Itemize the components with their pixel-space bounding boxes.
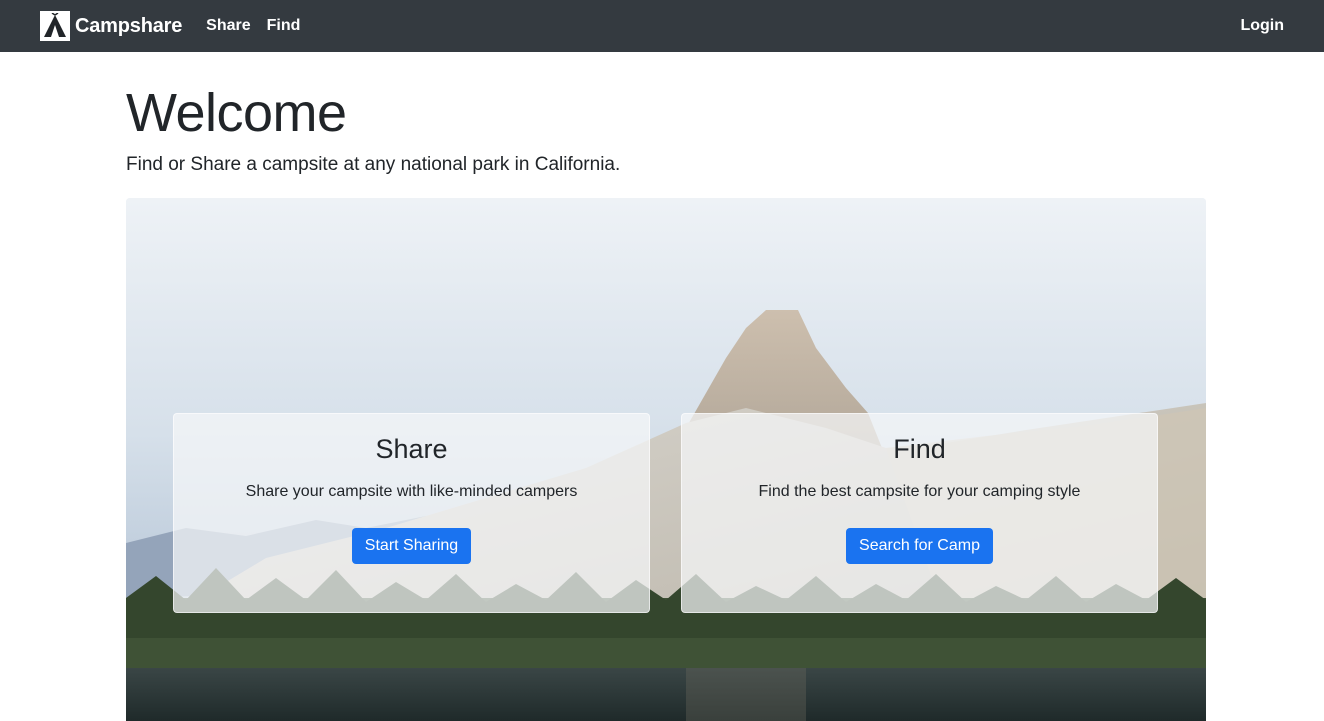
share-card-title: Share [375,434,448,464]
start-sharing-button[interactable]: Start Sharing [351,528,472,564]
nav-links: Share Find [206,17,316,35]
login-link[interactable]: Login [1240,17,1284,34]
nav-link-share[interactable]: Share [206,17,250,35]
page-title: Welcome [126,83,347,143]
main-container: Welcome Find or Share a campsite at any … [126,52,1206,176]
share-card-text: Share your campsite with like-minded cam… [245,483,578,500]
nav-link-find[interactable]: Find [267,17,301,35]
hero-section: Share Share your campsite with like-mind… [126,198,1206,721]
tent-icon [40,11,70,41]
search-for-camp-button[interactable]: Search for Camp [846,528,993,564]
brand-link[interactable]: Campshare [40,11,182,41]
top-navbar: Campshare Share Find Login [0,0,1324,52]
page-lead: Find or Share a campsite at any national… [126,154,621,175]
find-card-text: Find the best campsite for your camping … [758,483,1081,500]
find-card: Find Find the best campsite for your cam… [681,413,1158,613]
brand-name: Campshare [75,14,183,37]
share-card: Share Share your campsite with like-mind… [173,413,650,613]
nav-right: Login [1240,17,1284,35]
find-card-title: Find [893,434,946,464]
